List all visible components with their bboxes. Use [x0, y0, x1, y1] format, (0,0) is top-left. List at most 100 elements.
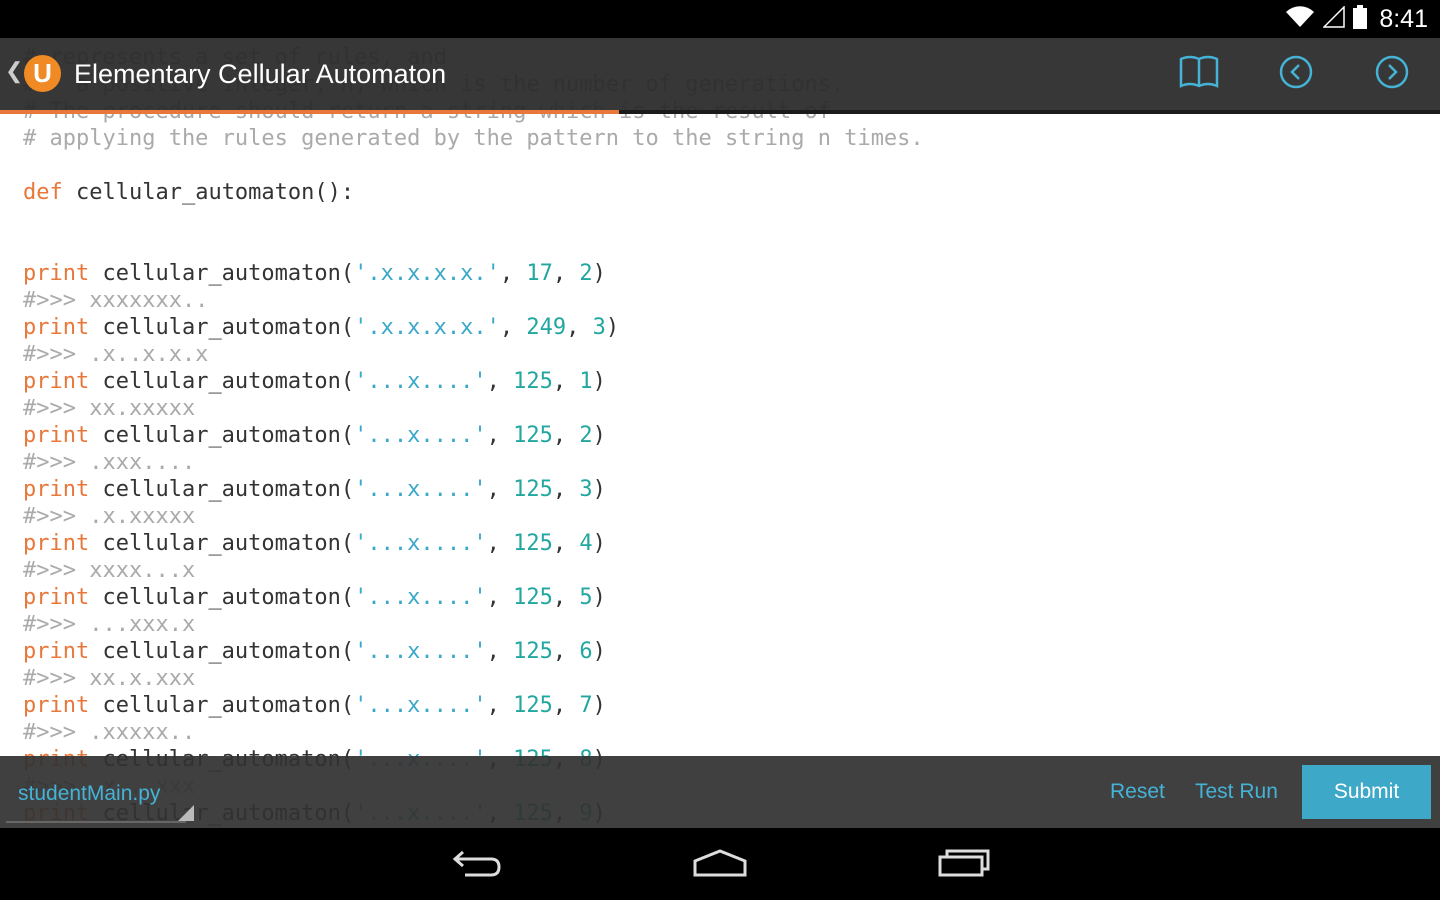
book-icon	[1179, 55, 1219, 94]
rule-number: 17	[526, 261, 553, 286]
code-output-line: #>>> xx.xxxxx	[23, 395, 924, 422]
reset-button[interactable]: Reset	[1110, 780, 1165, 804]
keyword-print: print	[23, 693, 90, 718]
comma: ,	[486, 585, 514, 610]
nav-back-button[interactable]	[442, 842, 512, 888]
function-call: cellular_automaton(	[89, 531, 355, 556]
function-call: cellular_automaton(	[89, 693, 355, 718]
function-call: cellular_automaton(	[89, 585, 355, 610]
expected-output: #>>> .x.xxxxx	[23, 504, 196, 529]
code-editor[interactable]: # represents a set of rules, and# a posi…	[0, 38, 1440, 828]
status-bar: 8:41	[0, 0, 1440, 38]
app-logo[interactable]: U	[24, 55, 61, 92]
code-comment-line: # applying the rules generated by the pa…	[23, 125, 924, 152]
string-argument: '...x....'	[354, 369, 487, 394]
comma: ,	[499, 315, 527, 340]
expected-output: #>>> xxxxxxx..	[23, 288, 209, 313]
status-icons: 8:41	[1285, 0, 1428, 38]
function-call: cellular_automaton(	[89, 369, 355, 394]
generation-number: 1	[579, 369, 593, 394]
expected-output: #>>> .xxxxx..	[23, 720, 196, 745]
keyword-def: def	[23, 180, 63, 205]
test-run-button[interactable]: Test Run	[1195, 780, 1278, 804]
rule-number: 249	[526, 315, 567, 340]
close-paren: )	[592, 261, 606, 286]
nav-recents-button[interactable]	[929, 842, 999, 888]
rule-number: 125	[513, 423, 553, 448]
code-print-line: print cellular_automaton('...x....', 125…	[23, 692, 924, 719]
comma: ,	[552, 261, 580, 286]
book-button[interactable]	[1179, 54, 1219, 94]
code-content[interactable]: # represents a set of rules, and# a posi…	[23, 44, 924, 828]
keyword-print: print	[23, 531, 90, 556]
nav-home-button[interactable]	[685, 842, 755, 888]
comma: ,	[552, 477, 580, 502]
comma: ,	[499, 261, 527, 286]
generation-number: 3	[579, 477, 593, 502]
code-output-line: #>>> .x..x.x.x	[23, 341, 924, 368]
generation-number: 3	[592, 315, 606, 340]
comma: ,	[486, 369, 514, 394]
string-argument: '...x....'	[354, 423, 487, 448]
expected-output: #>>> .x..x.x.x	[23, 342, 209, 367]
code-print-line: print cellular_automaton('...x....', 125…	[23, 422, 924, 449]
code-print-line: print cellular_automaton('...x....', 125…	[23, 530, 924, 557]
expected-output: #>>> ...xxx.x	[23, 612, 196, 637]
file-tab-underline	[6, 821, 186, 823]
generation-number: 6	[579, 639, 593, 664]
comma: ,	[486, 423, 514, 448]
file-tab-dropdown-corner[interactable]	[178, 805, 194, 821]
comma: ,	[552, 639, 580, 664]
generation-number: 5	[579, 585, 593, 610]
code-def-line: def cellular_automaton():	[23, 179, 924, 206]
lesson-progress-bar	[0, 110, 1440, 114]
function-call: cellular_automaton(	[89, 315, 355, 340]
page-title: Elementary Cellular Automaton	[74, 59, 447, 89]
function-call: cellular_automaton(	[89, 477, 355, 502]
string-argument: '...x....'	[354, 585, 487, 610]
code-output-line: #>>> xxxx...x	[23, 557, 924, 584]
submit-button[interactable]: Submit	[1302, 765, 1431, 819]
generation-number: 4	[579, 531, 593, 556]
keyword-print: print	[23, 639, 90, 664]
string-argument: '...x....'	[354, 477, 487, 502]
code-output-line: #>>> xxxxxxx..	[23, 287, 924, 314]
keyword-print: print	[23, 585, 90, 610]
comma: ,	[486, 531, 514, 556]
rule-number: 125	[513, 693, 553, 718]
rule-number: 125	[513, 369, 553, 394]
function-call: cellular_automaton(	[89, 261, 355, 286]
code-print-line: print cellular_automaton('...x....', 125…	[23, 476, 924, 503]
signal-icon	[1322, 4, 1346, 33]
code-output-line: #>>> .xxx....	[23, 449, 924, 476]
file-tab[interactable]: studentMain.py	[18, 782, 160, 806]
comma: ,	[486, 693, 514, 718]
comma: ,	[552, 369, 580, 394]
back-icon	[451, 848, 503, 883]
keyword-print: print	[23, 261, 90, 286]
expected-output: #>>> xxxx...x	[23, 558, 196, 583]
close-paren: )	[592, 585, 606, 610]
function-call: cellular_automaton(	[89, 639, 355, 664]
comma: ,	[552, 585, 580, 610]
generation-number: 2	[579, 423, 593, 448]
next-button[interactable]	[1372, 54, 1412, 94]
comma: ,	[486, 639, 514, 664]
generation-number: 7	[579, 693, 593, 718]
lesson-progress-fill	[0, 110, 620, 114]
code-output-line: #>>> .xxxxx..	[23, 719, 924, 746]
close-paren: )	[605, 315, 620, 340]
comment-text: # applying the rules generated by the pa…	[23, 126, 924, 151]
code-output-line: #>>> xx.x.xxx	[23, 665, 924, 692]
previous-button[interactable]	[1276, 54, 1316, 94]
up-chevron-icon[interactable]: ❮	[5, 58, 23, 84]
code-print-line: print cellular_automaton('.x.x.x.x.', 17…	[23, 260, 924, 287]
generation-number: 2	[579, 261, 593, 286]
code-print-line: print cellular_automaton('...x....', 125…	[23, 584, 924, 611]
expected-output: #>>> xx.x.xxx	[23, 666, 196, 691]
close-paren: )	[592, 369, 606, 394]
rule-number: 125	[513, 639, 553, 664]
expected-output: #>>> .xxx....	[23, 450, 196, 475]
